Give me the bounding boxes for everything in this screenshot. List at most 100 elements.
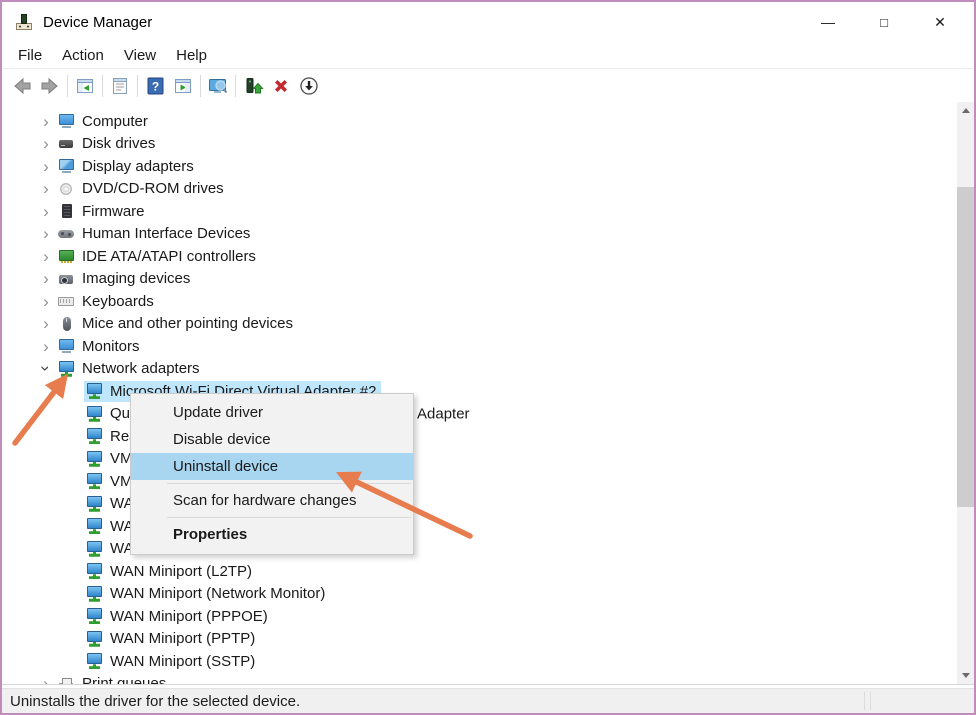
action-pane-icon bbox=[172, 75, 194, 97]
tree-item-display-adapters[interactable]: › Display adapters bbox=[2, 155, 957, 178]
scan-hardware-changes-button[interactable] bbox=[204, 73, 232, 99]
tree-item-label: WAN Miniport (PPTP) bbox=[110, 630, 255, 647]
uninstall-device-button[interactable] bbox=[267, 73, 295, 99]
tree-item-label: Display adapters bbox=[82, 158, 194, 175]
disable-device-button[interactable] bbox=[295, 73, 323, 99]
menu-item-disable-device[interactable]: Disable device bbox=[131, 426, 413, 453]
scrollbar-down-button[interactable] bbox=[957, 667, 974, 684]
mouse-icon bbox=[58, 316, 77, 332]
back-button[interactable] bbox=[8, 73, 36, 99]
chevron-right-icon[interactable]: › bbox=[38, 675, 54, 684]
forward-arrow-icon bbox=[39, 75, 61, 97]
menu-item-properties[interactable]: Properties bbox=[131, 521, 413, 548]
network-adapter-icon bbox=[86, 586, 105, 602]
tree-item-imaging-devices[interactable]: › Imaging devices bbox=[2, 268, 957, 291]
tree-item-label: Qu bbox=[110, 405, 130, 422]
chevron-right-icon[interactable]: › bbox=[38, 315, 54, 332]
tree-item-label: DVD/CD-ROM drives bbox=[82, 180, 224, 197]
device-manager-icon bbox=[14, 12, 34, 32]
tree-item-ide-controllers[interactable]: › IDE ATA/ATAPI controllers bbox=[2, 245, 957, 268]
tree-item-mice[interactable]: › Mice and other pointing devices bbox=[2, 313, 957, 336]
update-driver-icon bbox=[242, 75, 264, 97]
tree-item-monitors[interactable]: › Monitors bbox=[2, 335, 957, 358]
menu-help[interactable]: Help bbox=[166, 47, 217, 64]
menu-separator bbox=[167, 517, 411, 518]
tree-item-label: WAN Miniport (L2TP) bbox=[110, 563, 252, 580]
maximize-button[interactable]: □ bbox=[856, 2, 912, 42]
tree-item-keyboards[interactable]: › Keyboards bbox=[2, 290, 957, 313]
help-icon: ? bbox=[144, 75, 166, 97]
tree-item-wan-miniport-network-monitor[interactable]: WAN Miniport (Network Monitor) bbox=[2, 583, 957, 606]
tree-item-label: Network adapters bbox=[82, 360, 200, 377]
chevron-right-icon[interactable]: › bbox=[38, 293, 54, 310]
title-bar: Device Manager — □ ✕ bbox=[2, 2, 974, 42]
tree-item-disk-drives[interactable]: › Disk drives bbox=[2, 133, 957, 156]
svg-text:?: ? bbox=[152, 79, 159, 93]
scrollbar-up-button[interactable] bbox=[957, 102, 974, 119]
tree-item-wan-miniport-l2tp[interactable]: WAN Miniport (L2TP) bbox=[2, 560, 957, 583]
tree-item-dvd-cdrom-drives[interactable]: › DVD/CD-ROM drives bbox=[2, 178, 957, 201]
tree-item-human-interface-devices[interactable]: › Human Interface Devices bbox=[2, 223, 957, 246]
tree-item-firmware[interactable]: › Firmware bbox=[2, 200, 957, 223]
scan-computer-icon bbox=[206, 75, 230, 97]
network-adapter-icon bbox=[86, 451, 105, 467]
tree-item-label: Human Interface Devices bbox=[82, 225, 250, 242]
chevron-right-icon[interactable]: › bbox=[38, 113, 54, 130]
network-adapter-icon bbox=[86, 406, 105, 422]
chevron-down-icon[interactable]: › bbox=[38, 361, 55, 377]
context-menu: Update driver Disable device Uninstall d… bbox=[130, 393, 414, 555]
network-adapter-icon bbox=[86, 653, 105, 669]
update-driver-button[interactable] bbox=[239, 73, 267, 99]
tree-item-network-adapters[interactable]: › Network adapters bbox=[2, 358, 957, 381]
menu-item-update-driver[interactable]: Update driver bbox=[131, 399, 413, 426]
window-controls: — □ ✕ bbox=[800, 2, 968, 42]
toolbar-separator bbox=[67, 75, 68, 97]
close-button[interactable]: ✕ bbox=[912, 2, 968, 42]
chevron-right-icon[interactable]: › bbox=[38, 180, 54, 197]
forward-button[interactable] bbox=[36, 73, 64, 99]
menu-bar: File Action View Help bbox=[2, 42, 974, 69]
help-button[interactable]: ? bbox=[141, 73, 169, 99]
chevron-right-icon[interactable]: › bbox=[38, 135, 54, 152]
up-arrow-icon bbox=[962, 108, 970, 113]
show-console-tree-button[interactable] bbox=[71, 73, 99, 99]
menu-item-scan-hardware-changes[interactable]: Scan for hardware changes bbox=[131, 487, 413, 514]
tree-item-wan-miniport-sstp[interactable]: WAN Miniport (SSTP) bbox=[2, 650, 957, 673]
network-adapter-icon bbox=[86, 631, 105, 647]
keyboard-icon bbox=[58, 293, 77, 309]
tree-item-wan-miniport-pptp[interactable]: WAN Miniport (PPTP) bbox=[2, 628, 957, 651]
menu-action[interactable]: Action bbox=[52, 47, 114, 64]
vertical-scrollbar[interactable] bbox=[957, 102, 974, 684]
tree-item-computer[interactable]: › Computer bbox=[2, 110, 957, 133]
status-bar: Uninstalls the driver for the selected d… bbox=[2, 688, 974, 713]
tree-item-wan-miniport-pppoe[interactable]: WAN Miniport (PPPOE) bbox=[2, 605, 957, 628]
chevron-right-icon[interactable]: › bbox=[38, 270, 54, 287]
back-arrow-icon bbox=[11, 75, 33, 97]
menu-view[interactable]: View bbox=[114, 47, 166, 64]
chevron-right-icon[interactable]: › bbox=[38, 225, 54, 242]
network-adapter-icon bbox=[86, 428, 105, 444]
chevron-right-icon[interactable]: › bbox=[38, 158, 54, 175]
printer-icon bbox=[58, 676, 77, 684]
tree-item-print-queues[interactable]: › Print queues bbox=[2, 673, 957, 685]
display-adapter-icon bbox=[58, 158, 77, 174]
chevron-right-icon[interactable]: › bbox=[38, 338, 54, 355]
chevron-right-icon[interactable]: › bbox=[38, 203, 54, 220]
tree-item-label: Monitors bbox=[82, 338, 140, 355]
network-adapter-icon bbox=[86, 383, 105, 399]
action-pane-button[interactable] bbox=[169, 73, 197, 99]
uninstall-x-icon bbox=[270, 75, 292, 97]
tree-item-label: Computer bbox=[82, 113, 148, 130]
scrollbar-thumb[interactable] bbox=[957, 187, 974, 507]
chevron-right-icon[interactable]: › bbox=[38, 248, 54, 265]
console-tree-icon bbox=[74, 75, 96, 97]
status-text: Uninstalls the driver for the selected d… bbox=[10, 693, 300, 710]
network-adapter-icon bbox=[58, 361, 77, 377]
menu-item-uninstall-device[interactable]: Uninstall device bbox=[131, 453, 413, 480]
menu-file[interactable]: File bbox=[8, 47, 52, 64]
minimize-button[interactable]: — bbox=[800, 2, 856, 42]
toolbar: ? bbox=[2, 69, 974, 103]
properties-button[interactable] bbox=[106, 73, 134, 99]
network-adapter-icon bbox=[86, 518, 105, 534]
status-pane-separator bbox=[864, 692, 865, 710]
